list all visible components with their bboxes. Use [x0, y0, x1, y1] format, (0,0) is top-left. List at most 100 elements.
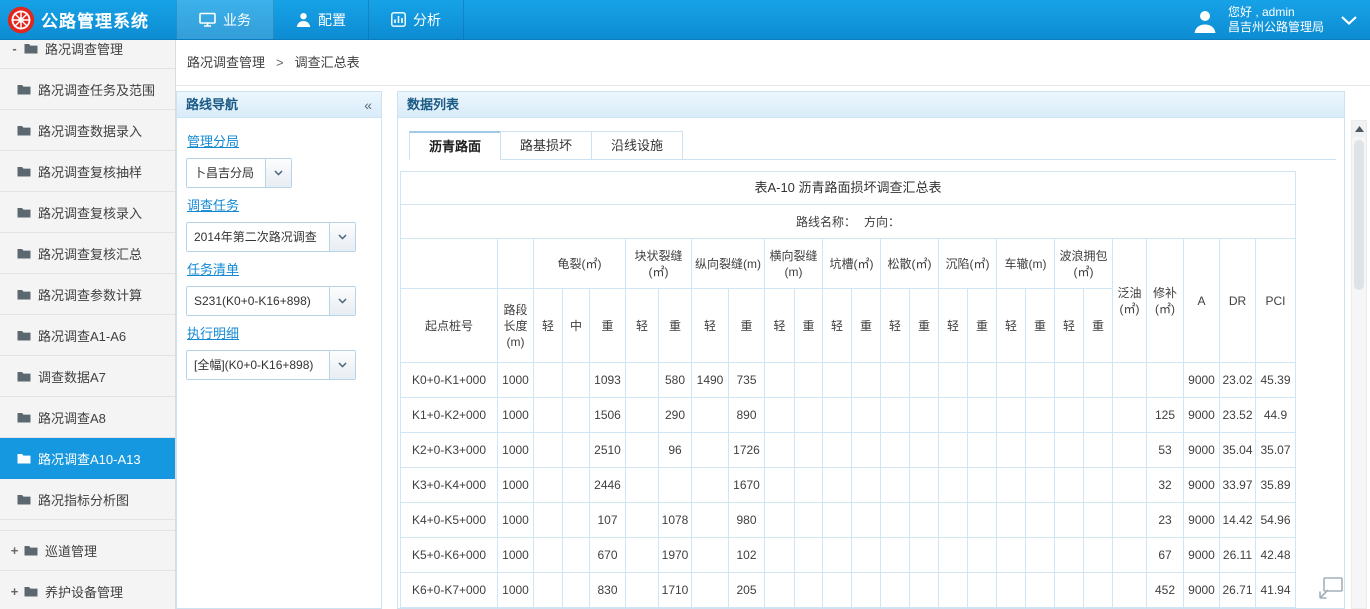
table-cell — [1084, 538, 1113, 573]
table-cell — [1113, 363, 1147, 398]
scrollbar-thumb[interactable] — [1354, 140, 1364, 290]
field-label[interactable]: 管理分局 — [187, 131, 239, 150]
column-subheader: 轻 — [881, 289, 910, 363]
chevron-down-icon[interactable] — [329, 223, 355, 251]
nav-item-3[interactable]: 分析 — [369, 0, 464, 39]
sidebar-item-10[interactable]: 路况调查A8 — [0, 397, 175, 438]
folder-icon — [17, 207, 31, 218]
combo-value[interactable]: 2014年第二次路况调查 — [187, 223, 329, 251]
chevron-down-icon[interactable] — [265, 159, 291, 187]
sidebar-item-label: 路况调查A1-A6 — [38, 326, 126, 345]
fullscreen-toggle-icon[interactable] — [1318, 576, 1344, 600]
table-cell: 1970 — [659, 538, 692, 573]
nav-item-1[interactable]: 业务 — [176, 0, 274, 39]
column-group-header: 龟裂(㎡) — [534, 239, 626, 289]
table-cell: 1710 — [659, 573, 692, 608]
folder-icon — [17, 412, 31, 423]
combo-field-3[interactable]: S231(K0+0-K16+898) — [186, 286, 356, 316]
chevron-down-icon[interactable] — [329, 351, 355, 379]
sidebar-item-6[interactable]: 路况调查复核汇总 — [0, 233, 175, 274]
table-cell — [1084, 398, 1113, 433]
sidebar-item-12[interactable]: 路况指标分析图 — [0, 479, 175, 520]
table-cell: K4+0-K5+000 — [401, 503, 498, 538]
nav-item-2[interactable]: 配置 — [274, 0, 369, 39]
route-nav-header: 路线导航 « — [177, 92, 381, 118]
sidebar-item-9[interactable]: 调查数据A7 — [0, 356, 175, 397]
folder-icon — [17, 166, 31, 177]
chevron-down-icon[interactable] — [1340, 15, 1358, 26]
table-cell — [1084, 363, 1113, 398]
table-cell — [692, 398, 729, 433]
table-cell — [910, 573, 939, 608]
column-header: PCI — [1256, 239, 1296, 363]
scroll-up-icon[interactable] — [1352, 121, 1366, 137]
sidebar-item-4[interactable]: 路况调查复核抽样 — [0, 151, 175, 192]
table-cell: 14.42 — [1220, 503, 1256, 538]
sidebar-item-13[interactable]: +巡道管理 — [0, 530, 175, 571]
combo-field-2[interactable]: 2014年第二次路况调查 — [186, 222, 356, 252]
sidebar-item-7[interactable]: 路况调查参数计算 — [0, 274, 175, 315]
chevron-down-icon[interactable] — [329, 287, 355, 315]
direction-label: 方向： — [864, 215, 900, 229]
table-cell — [939, 573, 968, 608]
tab-3[interactable]: 沿线设施 — [591, 131, 683, 160]
field-label[interactable]: 任务清单 — [187, 259, 239, 278]
column-header: DR — [1220, 239, 1256, 363]
tab-1[interactable]: 沥青路面 — [409, 131, 501, 160]
combo-value[interactable]: 卜昌吉分局 — [187, 159, 265, 187]
sidebar-item-11[interactable]: 路况调查A10-A13 — [0, 438, 175, 479]
table-cell — [1055, 573, 1084, 608]
column-group-header: 纵向裂缝(m) — [692, 239, 765, 289]
sidebar-item-2[interactable]: 路况调查任务及范围 — [0, 69, 175, 110]
column-group-header: 坑槽(㎡) — [823, 239, 881, 289]
sidebar-item-8[interactable]: 路况调查A1-A6 — [0, 315, 175, 356]
table-row[interactable]: K6+0-K7+00010008301710205452900026.7141.… — [401, 573, 1296, 608]
table-cell — [765, 538, 795, 573]
table-cell: 1000 — [498, 433, 534, 468]
breadcrumb-item[interactable]: 调查汇总表 — [295, 55, 360, 70]
top-navigation: 业务 配置 分析 — [176, 0, 464, 39]
table-cell — [997, 573, 1026, 608]
table-cell: K6+0-K7+000 — [401, 573, 498, 608]
table-cell: 23.02 — [1220, 363, 1256, 398]
collapse-panel-icon[interactable]: « — [364, 93, 372, 117]
table-cell — [968, 363, 997, 398]
table-cell — [881, 433, 910, 468]
column-subheader: 轻 — [692, 289, 729, 363]
vertical-scrollbar[interactable] — [1351, 120, 1367, 609]
combo-value[interactable]: S231(K0+0-K16+898) — [187, 287, 329, 315]
table-row[interactable]: K0+0-K1+000100010935801490735900023.0245… — [401, 363, 1296, 398]
tab-2[interactable]: 路基损坏 — [500, 131, 592, 160]
combo-field-1[interactable]: 卜昌吉分局 — [186, 158, 292, 188]
breadcrumb-item[interactable]: 路况调查管理 — [187, 55, 265, 70]
table-row[interactable]: K5+0-K6+0001000670197010267900026.1142.4… — [401, 538, 1296, 573]
table-cell — [692, 433, 729, 468]
table-cell — [968, 503, 997, 538]
sidebar-item-3[interactable]: 路况调查数据录入 — [0, 110, 175, 151]
table-cell — [1113, 573, 1147, 608]
sidebar-item-1[interactable]: -路况调查管理 — [0, 40, 175, 69]
table-cell — [968, 433, 997, 468]
table-cell — [692, 468, 729, 503]
breadcrumb: 路况调查管理>调查汇总表 — [176, 40, 1370, 86]
column-subheader: 重 — [659, 289, 692, 363]
combo-value[interactable]: [全幅](K0+0-K16+898) — [187, 351, 329, 379]
user-area[interactable]: 您好 , admin 昌吉州公路管理局 — [1191, 0, 1324, 40]
expander-icon[interactable]: + — [8, 543, 21, 558]
sidebar-item-5[interactable]: 路况调查复核录入 — [0, 192, 175, 233]
expander-icon[interactable]: - — [8, 41, 21, 56]
table-cell: 107 — [590, 503, 626, 538]
table-cell — [1026, 363, 1055, 398]
table-row[interactable]: K3+0-K4+00010002446167032900033.9735.89 — [401, 468, 1296, 503]
expander-icon[interactable]: + — [8, 584, 21, 599]
field-label[interactable]: 执行明细 — [187, 323, 239, 342]
field-label[interactable]: 调查任务 — [187, 195, 239, 214]
sidebar-item-14[interactable]: +养护设备管理 — [0, 571, 175, 609]
table-row[interactable]: K1+0-K2+00010001506290890125900023.5244.… — [401, 398, 1296, 433]
nav-item-label: 配置 — [318, 10, 346, 30]
combo-field-4[interactable]: [全幅](K0+0-K16+898) — [186, 350, 356, 380]
table-cell — [659, 468, 692, 503]
table-row[interactable]: K4+0-K5+0001000107107898023900014.4254.9… — [401, 503, 1296, 538]
table-row[interactable]: K2+0-K3+0001000251096172653900035.0435.0… — [401, 433, 1296, 468]
table-cell: 44.9 — [1256, 398, 1296, 433]
